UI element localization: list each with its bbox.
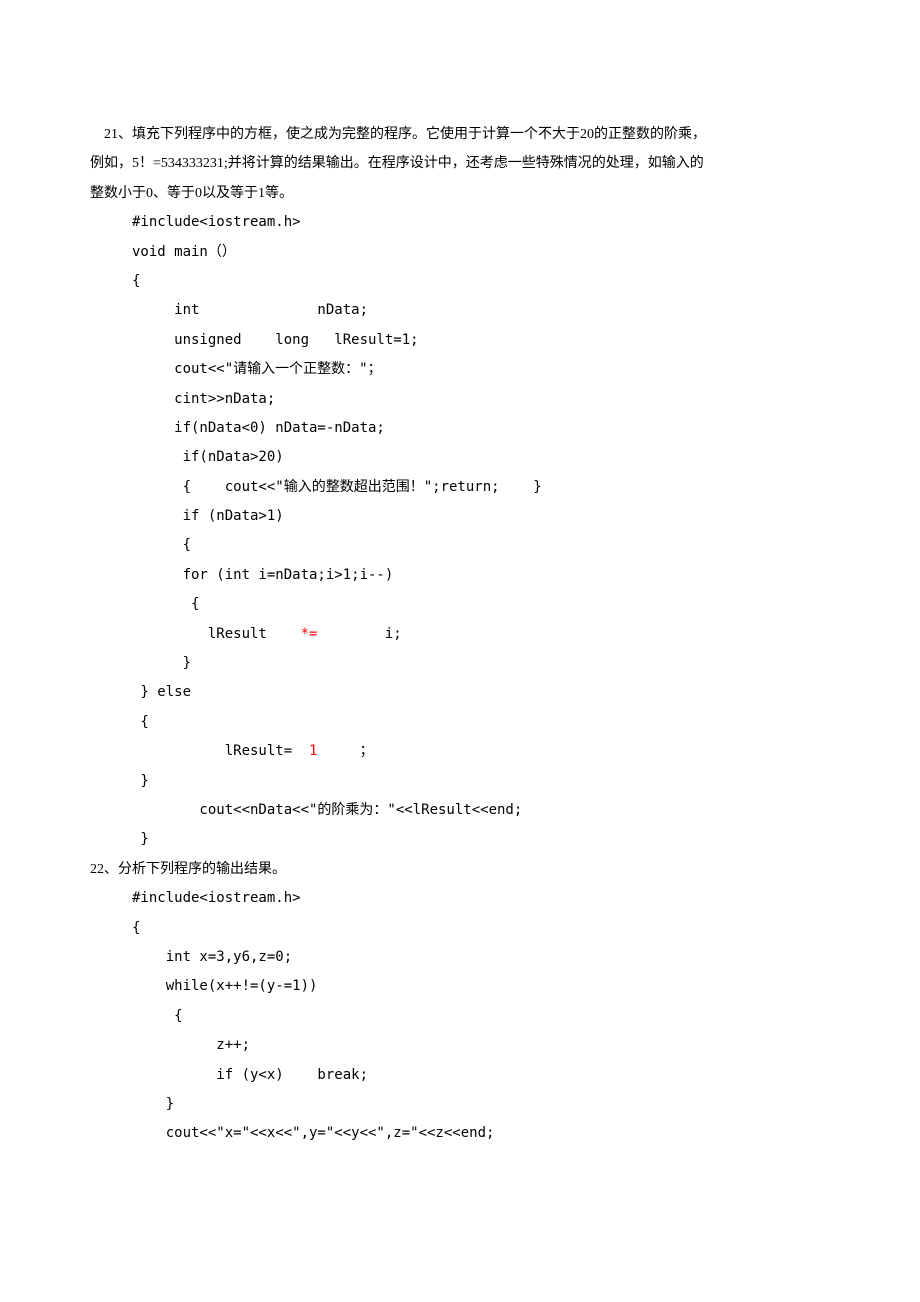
document-content: 21、填充下列程序中的方框，使之成为完整的程序。它使用于计算一个不大于20的正整… <box>90 120 830 1149</box>
answer-one: 1 <box>301 743 318 759</box>
q21-code-1: void main（） <box>90 238 830 267</box>
q21-code-10: if (nData>1) <box>90 502 830 531</box>
q21-code-9: { cout<<"输入的整数超出范围！";return; } <box>90 473 830 502</box>
lresult-suffix: ； <box>317 743 373 759</box>
q21-code3-2: } <box>90 825 830 854</box>
q22-code-6: if (y<x) break; <box>90 1061 830 1090</box>
q21-code2-0: } <box>90 649 830 678</box>
q22-code-7: } <box>90 1090 830 1119</box>
q21-code-3: int nData; <box>90 296 830 325</box>
q21-code-7: if(nData<0) nData=-nData; <box>90 414 830 443</box>
q21-code2-2: { <box>90 708 830 737</box>
q21-code3-0: } <box>90 767 830 796</box>
q21-code2-1: } else <box>90 678 830 707</box>
q21-para-line3: 整数小于0、等于0以及等于1等。 <box>90 179 830 208</box>
lresult-prefix: lResult= <box>132 743 301 759</box>
q22-code-2: int x=3,y6,z=0; <box>90 943 830 972</box>
q21-code-lresult-line: lResult= 1 ； <box>90 737 830 766</box>
result-suffix: i; <box>317 626 401 642</box>
q22-code-8: cout<<"x="<<x<<",y="<<y<<",z="<<z<<end; <box>90 1119 830 1148</box>
q21-code-5: cout<<"请输入一个正整数："； <box>90 355 830 384</box>
q21-code3-1: cout<<nData<<"的阶乘为："<<lResult<<end; <box>90 796 830 825</box>
q22-code-5: z++; <box>90 1031 830 1060</box>
q21-code-11: { <box>90 531 830 560</box>
q21-code-result-line: lResult *= i; <box>90 620 830 649</box>
q22-title: 22、分析下列程序的输出结果。 <box>90 855 830 884</box>
q21-para-line2: 例如，5！=534333231;并将计算的结果输出。在程序设计中，还考虑一些特殊… <box>90 149 830 178</box>
q22-code-3: while(x++!=(y-=1)) <box>90 972 830 1001</box>
q22-code-4: { <box>90 1002 830 1031</box>
q21-code-13: { <box>90 590 830 619</box>
q22-code-0: #include<iostream.h> <box>90 884 830 913</box>
q21-code-6: cint>>nData; <box>90 385 830 414</box>
q21-code-0: #include<iostream.h> <box>90 208 830 237</box>
q21-code-2: { <box>90 267 830 296</box>
result-prefix: lResult <box>132 626 301 642</box>
q22-code-1: { <box>90 914 830 943</box>
q21-code-4: unsigned long lResult=1; <box>90 326 830 355</box>
answer-star-equals: *= <box>301 626 318 642</box>
q21-code-8: if(nData>20) <box>90 443 830 472</box>
q21-para-line1: 21、填充下列程序中的方框，使之成为完整的程序。它使用于计算一个不大于20的正整… <box>90 120 830 149</box>
q21-code-12: for (int i=nData;i>1;i--) <box>90 561 830 590</box>
